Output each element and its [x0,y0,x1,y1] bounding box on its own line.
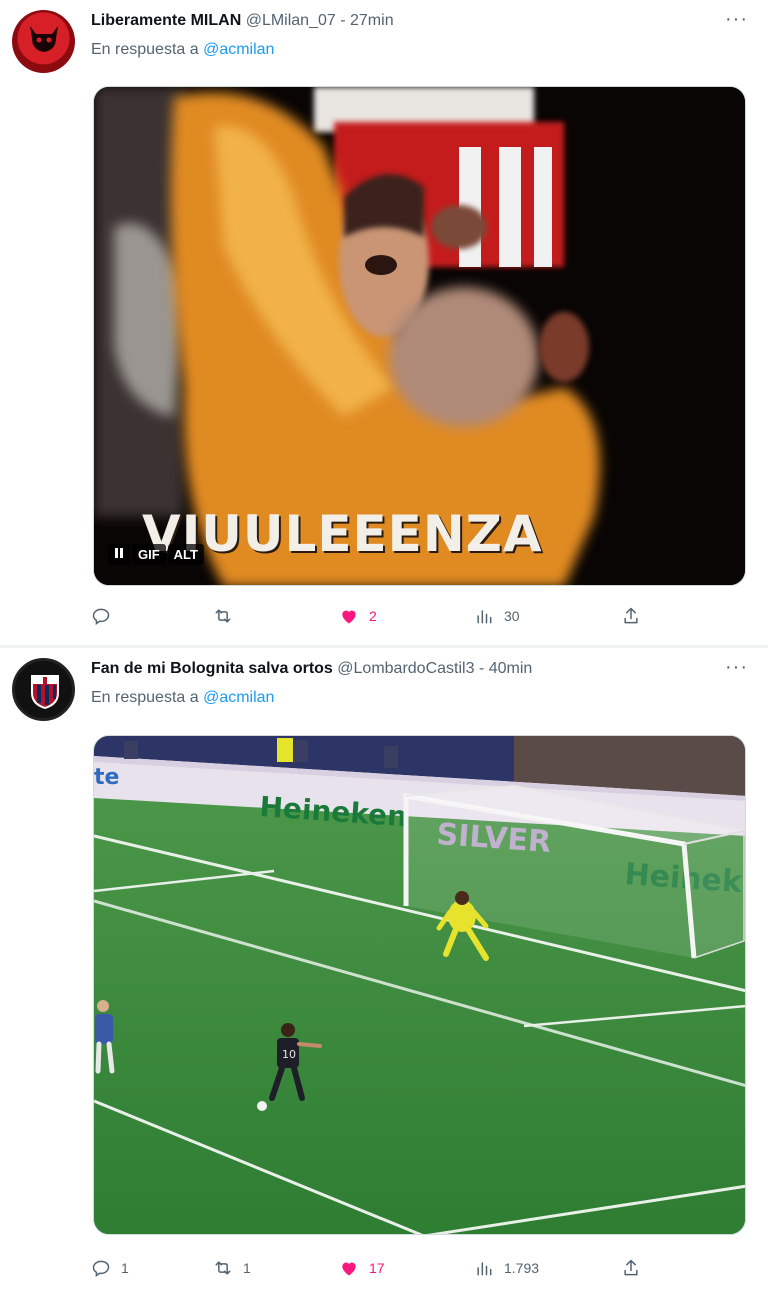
pause-icon[interactable] [108,544,130,565]
views-button[interactable]: 30 [474,606,520,626]
retweet-count: 1 [243,1260,251,1276]
like-count: 2 [369,608,377,624]
display-name[interactable]: Liberamente MILAN [91,12,241,29]
shirt-number: 10 [282,1048,296,1061]
like-count: 17 [369,1260,385,1276]
tweet-actions: 1 1 17 1.793 [91,1258,651,1282]
views-button[interactable]: 1.793 [474,1258,539,1278]
reply-button[interactable]: 1 [91,1258,129,1278]
reply-mention-link[interactable]: @acmilan [203,41,274,58]
reply-mention-link[interactable]: @acmilan [203,689,274,706]
video-still-image: te Heineken SILVER Heinek 10 [94,736,745,1234]
tweet-2[interactable]: Fan de mi Bolognita salva ortos @Lombard… [0,648,768,1295]
reply-context: En respuesta a @acmilan [91,40,274,60]
reply-button[interactable] [91,606,121,626]
share-icon [624,1259,638,1276]
reply-icon [92,608,110,625]
tweet-header: Fan de mi Bolognita salva ortos @Lombard… [91,659,532,679]
alt-text-button[interactable]: ALT [167,544,204,565]
retweet-icon [215,609,231,623]
like-button[interactable]: 2 [339,606,377,626]
board-text-left: te [94,765,119,790]
tweet-1[interactable]: Liberamente MILAN @LMilan_07 - 27min ···… [0,0,768,645]
reply-prefix: En respuesta a [91,689,199,706]
bologna-crest-icon [31,675,59,709]
video-media[interactable]: te Heineken SILVER Heinek 10 [93,735,746,1235]
timestamp[interactable]: - 27min [340,12,393,29]
views-icon [477,1262,492,1276]
views-icon [477,610,492,624]
views-count: 30 [504,608,520,624]
gif-controls: GIF ALT [108,544,204,565]
avatar[interactable] [12,10,75,73]
more-options-button[interactable]: ··· [725,8,748,31]
reply-prefix: En respuesta a [91,41,199,58]
reply-count: 1 [121,1260,129,1276]
retweet-button[interactable] [213,606,243,626]
retweet-icon [215,1261,231,1275]
reply-context: En respuesta a @acmilan [91,688,274,708]
display-name[interactable]: Fan de mi Bolognita salva ortos [91,660,333,677]
devil-logo-icon [30,26,58,52]
timestamp[interactable]: - 40min [479,660,532,677]
views-count: 1.793 [504,1260,540,1276]
retweet-button[interactable]: 1 [213,1258,251,1278]
share-button[interactable] [621,606,641,626]
gif-badge: GIF [132,544,166,565]
avatar[interactable] [12,658,75,721]
share-icon [624,607,638,624]
like-button[interactable]: 17 [339,1258,385,1278]
heart-icon [342,610,356,624]
tweet-header: Liberamente MILAN @LMilan_07 - 27min [91,11,394,31]
share-button[interactable] [621,1258,641,1278]
tweet-actions: 2 30 [91,606,651,630]
heart-icon [342,1262,356,1276]
user-handle[interactable]: @LMilan_07 [246,12,336,29]
more-options-button[interactable]: ··· [725,656,748,679]
reply-icon [92,1260,110,1277]
gif-media[interactable]: VIUULEEENZA GIF ALT [93,86,746,586]
user-handle[interactable]: @LombardoCastil3 [337,660,474,677]
